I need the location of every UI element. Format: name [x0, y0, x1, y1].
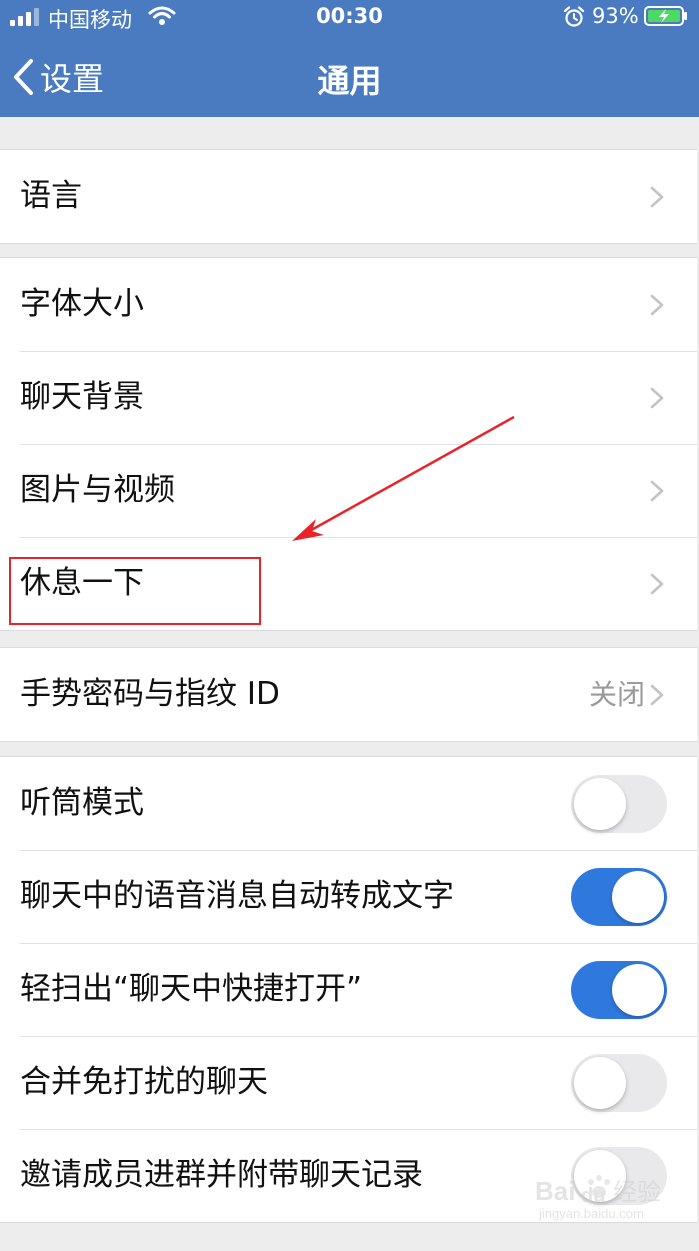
row-label: 语言: [20, 178, 82, 214]
settings-row-earpiece-mode: 听筒模式: [0, 757, 697, 850]
settings-row-font-size[interactable]: 字体大小: [0, 258, 697, 351]
svg-text:du: du: [581, 1185, 605, 1207]
baidu-jingyan-watermark: Bai du 经验 jingyan.baidu.com: [533, 1168, 668, 1222]
settings-row-gesture-password[interactable]: 手势密码与指纹 ID 关闭: [0, 648, 697, 741]
battery-percentage: 93%: [592, 4, 639, 28]
toggle-knob: [574, 778, 626, 830]
status-bar: 中国移动 00:30 93%: [0, 0, 699, 34]
row-label: 聊天中的语音消息自动转成文字: [20, 878, 454, 914]
settings-row-swipe-quick-open: 轻扫出“聊天中快捷打开”: [0, 943, 697, 1036]
swipe-quick-open-toggle[interactable]: [571, 961, 667, 1019]
settings-row-voice-to-text: 聊天中的语音消息自动转成文字: [0, 850, 697, 943]
svg-text:jingyan.baidu.com: jingyan.baidu.com: [538, 1206, 644, 1221]
settings-group-toggles: 听筒模式 聊天中的语音消息自动转成文字 轻扫出“聊天中快捷打开” 合并免打扰的聊…: [0, 756, 697, 1223]
settings-row-photos-videos[interactable]: 图片与视频: [0, 444, 697, 537]
svg-text:Bai: Bai: [535, 1176, 575, 1206]
row-label: 合并免打扰的聊天: [20, 1064, 268, 1100]
merge-muted-chats-toggle[interactable]: [571, 1054, 667, 1112]
row-label: 轻扫出“聊天中快捷打开”: [20, 971, 363, 1007]
settings-row-chat-background[interactable]: 聊天背景: [0, 351, 697, 444]
baidu-jingyan-watermark-logo: Bai du 经验 jingyan.baidu.com: [535, 1175, 661, 1221]
chevron-right-icon: [650, 480, 664, 502]
row-label: 邀请成员进群并附带聊天记录: [20, 1157, 423, 1193]
row-label: 手势密码与指纹 ID: [20, 676, 280, 712]
toggle-knob: [612, 871, 664, 923]
settings-group-security: 手势密码与指纹 ID 关闭: [0, 647, 697, 742]
battery-charging-icon: [644, 6, 687, 26]
chevron-right-icon: [650, 294, 664, 316]
chevron-right-icon: [650, 684, 664, 706]
chevron-right-icon: [650, 573, 664, 595]
navigation-bar: 中国移动 00:30 93% 设置 通用: [0, 0, 699, 117]
page-title: 通用: [317, 62, 382, 100]
chevron-right-icon: [650, 186, 664, 208]
earpiece-mode-toggle[interactable]: [571, 775, 667, 833]
toggle-knob: [574, 1057, 626, 1109]
chevron-right-icon: [650, 387, 664, 409]
row-label: 字体大小: [20, 286, 144, 322]
settings-group-language: 语言: [0, 149, 697, 244]
settings-row-language[interactable]: 语言: [0, 150, 697, 243]
svg-text:经验: 经验: [613, 1178, 661, 1206]
toggle-knob: [612, 964, 664, 1016]
highlight-box: [9, 557, 261, 625]
alarm-icon: [563, 6, 585, 27]
row-value: 关闭: [588, 678, 645, 711]
row-label: 听筒模式: [20, 785, 144, 821]
row-label: 图片与视频: [20, 472, 175, 508]
voice-to-text-toggle[interactable]: [571, 868, 667, 926]
settings-row-merge-muted-chats: 合并免打扰的聊天: [0, 1036, 697, 1129]
row-label: 聊天背景: [20, 379, 144, 415]
